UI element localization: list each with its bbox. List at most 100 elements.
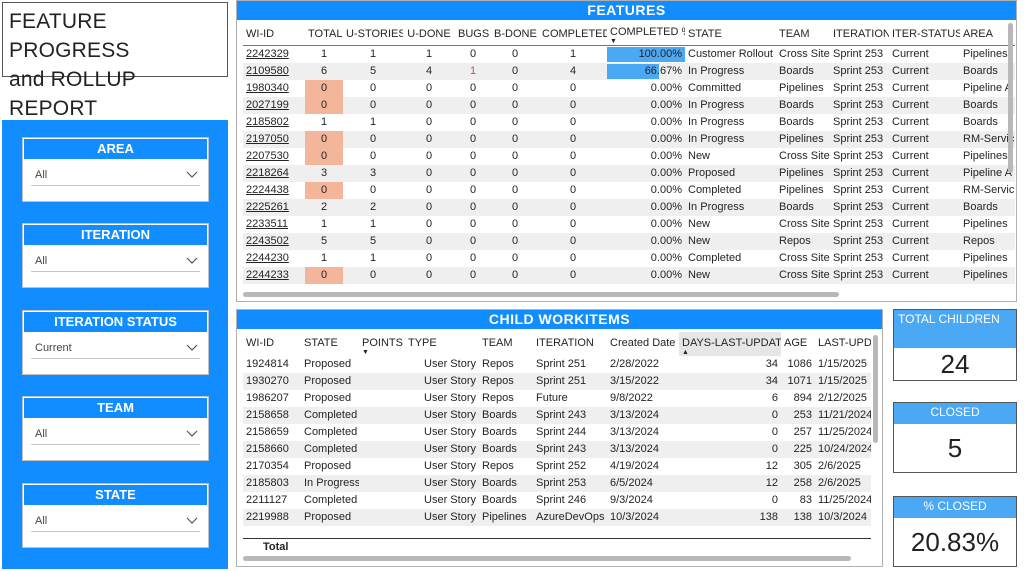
child-row[interactable]: 2158658 Completed User Story Boards Sprint 2… (243, 407, 871, 424)
features-panel: FEATURES WI-ID TOTAL U-STORIES U-DONE BU… (236, 0, 1017, 302)
column-header-b-done[interactable]: B-DONE (491, 23, 539, 46)
child-horizontal-scrollbar[interactable] (243, 556, 851, 561)
feature-completed-pct: 0.00% (607, 233, 685, 250)
column-header-total[interactable]: TOTAL (305, 23, 343, 46)
iteration-dropdown[interactable]: All (31, 250, 200, 272)
child-header-age[interactable]: AGE (781, 332, 815, 356)
feature-u-stories: 3 (343, 165, 403, 182)
state-slicer-header: STATE (24, 485, 207, 505)
column-header-u-stories[interactable]: U-STORIES (343, 23, 403, 46)
feature-row[interactable]: 2197050 0 0 0 0 0 0 0.00% In Progress Pipelines Sp… (243, 131, 1015, 148)
completed-pct-text: 66.67% (644, 65, 682, 77)
feature-id-link[interactable]: 2225261 (243, 199, 305, 216)
feature-row[interactable]: 2027199 0 0 0 0 0 0 0.00% In Progress Boards Sprin… (243, 97, 1015, 114)
feature-id-link[interactable]: 2207530 (243, 148, 305, 165)
feature-id-link[interactable]: 2244233 (243, 267, 305, 284)
child-id: 2211127 (246, 494, 288, 506)
child-header-days-last-update[interactable]: DAYS-LAST-UPDATE ▲ (679, 332, 781, 356)
feature-row[interactable]: 2233511 1 1 0 0 0 0 0.00% New Cross Site Sprint 25… (243, 216, 1015, 233)
feature-row[interactable]: 2244230 1 1 0 0 0 0 0.00% Completed Cross Site Spr… (243, 250, 1015, 267)
child-header-team[interactable]: TEAM (479, 332, 533, 356)
area-dropdown[interactable]: All (31, 164, 200, 186)
child-row[interactable]: 2158660 Completed User Story Boards Sprint 2… (243, 441, 871, 458)
feature-total: 0 (305, 80, 343, 97)
feature-completed: 0 (539, 199, 607, 216)
feature-b-done: 0 (511, 252, 519, 264)
report-title-line2: and ROLLUP REPORT (9, 68, 136, 120)
feature-row[interactable]: 2218264 3 3 0 0 0 0 0.00% Proposed Pipelines Sprin… (243, 165, 1015, 182)
feature-iter-status: Current (892, 116, 929, 128)
feature-b-done: 0 (491, 63, 539, 80)
child-header-wi-id[interactable]: WI-ID (243, 332, 301, 356)
feature-id-link[interactable]: 2218264 (243, 165, 305, 182)
feature-id-link[interactable]: 2242329 (243, 46, 305, 64)
child-iteration: Sprint 252 (536, 460, 587, 472)
child-days-last-update: 0 (679, 441, 781, 458)
feature-row[interactable]: 2109580 6 5 4 1 0 4 66.67% In Progress Boards Spri… (243, 63, 1015, 80)
child-header-last-update[interactable]: LAST-UPDAT (815, 332, 871, 356)
feature-total: 5 (305, 233, 343, 250)
feature-area: Pipeline A (960, 165, 1015, 182)
child-header-iteration[interactable]: ITERATION (533, 332, 607, 356)
feature-id-link[interactable]: 2185802 (243, 114, 305, 131)
child-last-update: 1/15/2025 (815, 373, 871, 390)
child-row[interactable]: 2170354 Proposed User Story Repos Sprint 252… (243, 458, 871, 475)
feature-iter-status: Current (889, 97, 960, 114)
column-header-iteration[interactable]: ITERATION (830, 23, 889, 46)
team-dropdown[interactable]: All (31, 423, 200, 445)
feature-id-link[interactable]: 2244230 (243, 250, 305, 267)
feature-area: Pipelines (963, 150, 1008, 162)
child-vertical-scrollbar[interactable] (873, 335, 878, 443)
child-row[interactable]: 2158659 Completed User Story Boards Sprint 2… (243, 424, 871, 441)
child-state: Completed (301, 441, 359, 458)
feature-row[interactable]: 2225261 2 2 0 0 0 0 0.00% In Progress Boards Sprin… (243, 199, 1015, 216)
feature-row[interactable]: 2185802 1 1 0 0 0 0 0.00% In Progress Boards Sprin… (243, 114, 1015, 131)
child-header-points[interactable]: POINTS ▼ (359, 332, 405, 356)
child-header-created-date[interactable]: Created Date (607, 332, 679, 356)
feature-row[interactable]: 2243502 5 5 0 0 0 0 0.00% New Repos Sprint 253 Curr… (243, 233, 1015, 250)
feature-row[interactable]: 2207530 0 0 0 0 0 0 0.00% New Cross Site Sprint 25… (243, 148, 1015, 165)
feature-b-done: 0 (511, 218, 519, 230)
feature-id-link[interactable]: 2224438 (243, 182, 305, 199)
feature-bugs: 0 (469, 116, 477, 128)
child-row[interactable]: 1930270 Proposed User Story Repos Sprint 251… (243, 373, 871, 390)
column-header-u-done[interactable]: U-DONE (403, 23, 455, 46)
child-row[interactable]: 2211127 Completed User Story Boards Sprint 2… (243, 492, 871, 509)
column-header-team[interactable]: TEAM (776, 23, 830, 46)
feature-row[interactable]: 2242329 1 1 1 0 0 1 100.00% Customer Rollout Cros… (243, 46, 1015, 64)
feature-id-link[interactable]: 1980340 (243, 80, 305, 97)
column-header-completed[interactable]: COMPLETED (539, 23, 607, 46)
child-header-type[interactable]: TYPE (405, 332, 479, 356)
child-row[interactable]: 1986207 Proposed User Story Repos Future 9/8/… (243, 390, 871, 407)
child-row[interactable]: 2185803 In Progress User Story Boards Sprint… (243, 475, 871, 492)
feature-id-link[interactable]: 2197050 (243, 131, 305, 148)
feature-id-link[interactable]: 2243502 (243, 233, 305, 250)
feature-row[interactable]: 2224438 0 0 0 0 0 0 0.00% Completed Pipelines Spri… (243, 182, 1015, 199)
feature-team: Boards (779, 116, 814, 128)
child-team: Pipelines (479, 509, 533, 526)
kpi-card-total-children: TOTAL CHILDREN 24 (893, 309, 1017, 381)
child-row[interactable]: 1924814 Proposed User Story Repos Sprint 251… (243, 356, 871, 373)
column-header-area[interactable]: AREA (960, 23, 1015, 46)
child-row[interactable]: 2219988 Proposed User Story Pipelines AzureD… (243, 509, 871, 526)
feature-id-link[interactable]: 2109580 (243, 63, 305, 80)
feature-row[interactable]: 2244233 0 0 0 0 0 0 0.00% New Cross Site Sprint 25… (243, 267, 1015, 284)
feature-row[interactable]: 1980340 0 0 0 0 0 0 0.00% Committed Pipelines Spri… (243, 80, 1015, 97)
features-horizontal-scrollbar[interactable] (243, 292, 839, 297)
feature-id-link[interactable]: 2233511 (243, 216, 305, 233)
column-header-bugs[interactable]: BUGS (455, 23, 491, 46)
feature-u-done: 0 (403, 97, 455, 114)
child-header-state[interactable]: STATE (301, 332, 359, 356)
state-dropdown[interactable]: All (31, 510, 200, 532)
feature-id-link[interactable]: 2027199 (243, 97, 305, 114)
chevron-down-icon (186, 171, 198, 178)
child-age: 1071 (781, 373, 815, 390)
column-header-iter-status[interactable]: ITER-STATUS (889, 23, 960, 46)
column-header-state[interactable]: STATE (685, 23, 776, 46)
feature-iteration: Sprint 253 (830, 165, 889, 182)
iteration-status-dropdown[interactable]: Current (31, 337, 200, 359)
column-header-wi-id[interactable]: WI-ID (243, 23, 305, 46)
child-age: 83 (799, 494, 812, 506)
column-header-completed-pct[interactable]: COMPLETED % ▼ (607, 23, 685, 46)
features-vertical-scrollbar[interactable] (1008, 23, 1013, 173)
